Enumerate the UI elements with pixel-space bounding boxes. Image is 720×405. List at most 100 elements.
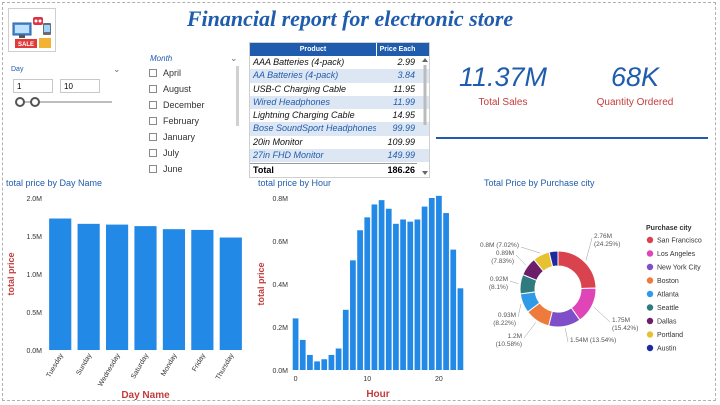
y-tick-label: 1.5M bbox=[26, 234, 42, 241]
table-row: AAA Batteries (4-pack) 2.99 bbox=[250, 56, 429, 70]
month-option-label: August bbox=[163, 84, 192, 94]
product-name: Lightning Charging Cable bbox=[253, 110, 355, 121]
month-option[interactable]: April bbox=[149, 68, 181, 78]
day-max-input[interactable]: 10 bbox=[60, 79, 100, 93]
slice-percent-label: (8.1%) bbox=[489, 284, 508, 291]
checkbox[interactable] bbox=[149, 101, 157, 109]
chart-title-hour: total price by Hour bbox=[258, 178, 332, 188]
bar bbox=[350, 260, 356, 370]
bar bbox=[342, 309, 349, 370]
month-option-label: December bbox=[163, 100, 205, 110]
bar bbox=[450, 249, 457, 370]
checkbox[interactable] bbox=[149, 165, 157, 173]
bar bbox=[385, 208, 392, 370]
month-option-label: February bbox=[163, 116, 200, 126]
month-option[interactable]: December bbox=[149, 100, 205, 110]
kpi-divider bbox=[436, 137, 708, 139]
total-sales-label: Total Sales bbox=[478, 97, 528, 108]
month-option-label: April bbox=[163, 68, 182, 78]
bar bbox=[77, 223, 100, 350]
bar bbox=[219, 237, 242, 350]
day-min-input[interactable]: 1 bbox=[13, 79, 53, 93]
month-option[interactable]: February bbox=[149, 116, 199, 126]
checkbox[interactable] bbox=[149, 85, 157, 93]
product-name: 27in FHD Monitor bbox=[253, 150, 324, 161]
label-leader-line bbox=[517, 304, 522, 318]
y-tick-label: 2.0M bbox=[26, 196, 42, 203]
table-scrollbar[interactable] bbox=[422, 57, 428, 177]
checkbox[interactable] bbox=[149, 133, 157, 141]
day-filter-label: Day bbox=[11, 66, 24, 73]
checkbox[interactable] bbox=[149, 149, 157, 157]
bar bbox=[371, 204, 378, 370]
day-slider-min-handle[interactable] bbox=[15, 97, 25, 107]
month-option[interactable]: June bbox=[149, 164, 183, 174]
x-tick-label: Tuesday bbox=[46, 352, 66, 379]
product-price: 99.99 bbox=[392, 123, 415, 134]
month-list-scrollbar[interactable] bbox=[236, 66, 239, 126]
legend-swatch bbox=[646, 236, 654, 244]
chevron-down-icon[interactable]: ⌄ bbox=[113, 65, 121, 74]
table-row: 20in Monitor 109.99 bbox=[250, 135, 429, 150]
scroll-down-icon[interactable] bbox=[422, 171, 428, 175]
total-label: Total bbox=[253, 165, 274, 175]
store-logo: SALE bbox=[8, 8, 56, 52]
table-total-row: Total 186.26 bbox=[250, 163, 417, 177]
legend-swatch bbox=[646, 277, 654, 284]
y-tick-label: 0.0M bbox=[26, 348, 42, 355]
slice-percent-label: (10.58%) bbox=[496, 341, 522, 348]
donut-slice bbox=[557, 250, 597, 289]
bar bbox=[335, 348, 342, 370]
scroll-up-icon[interactable] bbox=[422, 58, 428, 62]
month-option[interactable]: August bbox=[149, 84, 191, 94]
column-header-price[interactable]: Price Each bbox=[376, 43, 418, 56]
bar bbox=[400, 219, 406, 370]
quantity-ordered-label: Quantity Ordered bbox=[596, 97, 674, 108]
bar bbox=[307, 354, 313, 370]
column-header-product[interactable]: Product bbox=[250, 43, 376, 56]
legend-item-label: New York City bbox=[657, 265, 701, 272]
hour-bar-chart: 0.0M 0.2M 0.4M 0.6M 0.8M 0 10 20 Hour total price bbox=[256, 195, 464, 400]
slice-value-label: 0.93M bbox=[498, 312, 516, 319]
product-price: 2.99 bbox=[397, 57, 415, 67]
slice-value-label: 1.54M (13.54%) bbox=[570, 337, 616, 344]
slice-percent-label: (8.22%) bbox=[493, 320, 516, 327]
x-tick-label: Sunday bbox=[75, 352, 93, 376]
slice-value-label: 1.75M bbox=[612, 317, 630, 324]
legend-swatch bbox=[646, 317, 654, 325]
x-tick-label: 0 bbox=[294, 376, 298, 383]
product-price: 14.95 bbox=[392, 110, 415, 121]
checkbox[interactable] bbox=[149, 117, 157, 125]
bar bbox=[314, 361, 320, 370]
product-name: 20in Monitor bbox=[253, 136, 303, 147]
month-filter-label: Month bbox=[150, 54, 173, 63]
scroll-thumb[interactable] bbox=[423, 65, 427, 125]
legend-item-label: Atlanta bbox=[657, 292, 679, 299]
label-leader-line bbox=[565, 328, 569, 343]
checkbox[interactable] bbox=[149, 69, 157, 77]
chart-title-day: total price by Day Name bbox=[6, 178, 103, 188]
month-option[interactable]: January bbox=[149, 132, 195, 142]
legend-item-label: Austin bbox=[657, 346, 677, 353]
table-row: 27in FHD Monitor 149.99 bbox=[250, 149, 429, 163]
chevron-down-icon[interactable]: ⌄ bbox=[230, 54, 238, 63]
bar bbox=[364, 217, 371, 370]
day-bar-chart: 0.0M 0.5M 1.0M 1.5M 2.0M Tuesday Sunday Wednesd… bbox=[6, 196, 242, 401]
bar bbox=[299, 339, 306, 370]
month-option[interactable]: July bbox=[149, 148, 179, 158]
legend-item-label: Boston bbox=[657, 278, 679, 285]
x-tick-label: Friday bbox=[191, 352, 207, 373]
y-tick-label: 0.0M bbox=[272, 368, 288, 375]
legend-item-label: Dallas bbox=[657, 319, 677, 326]
day-slider-max-handle[interactable] bbox=[30, 97, 40, 107]
label-leader-line bbox=[515, 254, 527, 266]
product-name: AA Batteries (4-pack) bbox=[253, 70, 339, 81]
product-name: USB-C Charging Cable bbox=[253, 83, 347, 94]
slice-value-label: 0.8M (7.02%) bbox=[480, 242, 519, 249]
slice-percent-label: (24.25%) bbox=[594, 241, 620, 248]
table-row: USB-C Charging Cable 11.95 bbox=[250, 82, 429, 96]
legend-swatch bbox=[646, 331, 654, 338]
table-row: Wired Headphones 11.99 bbox=[250, 95, 429, 110]
bar bbox=[357, 230, 363, 370]
bar bbox=[191, 229, 214, 350]
